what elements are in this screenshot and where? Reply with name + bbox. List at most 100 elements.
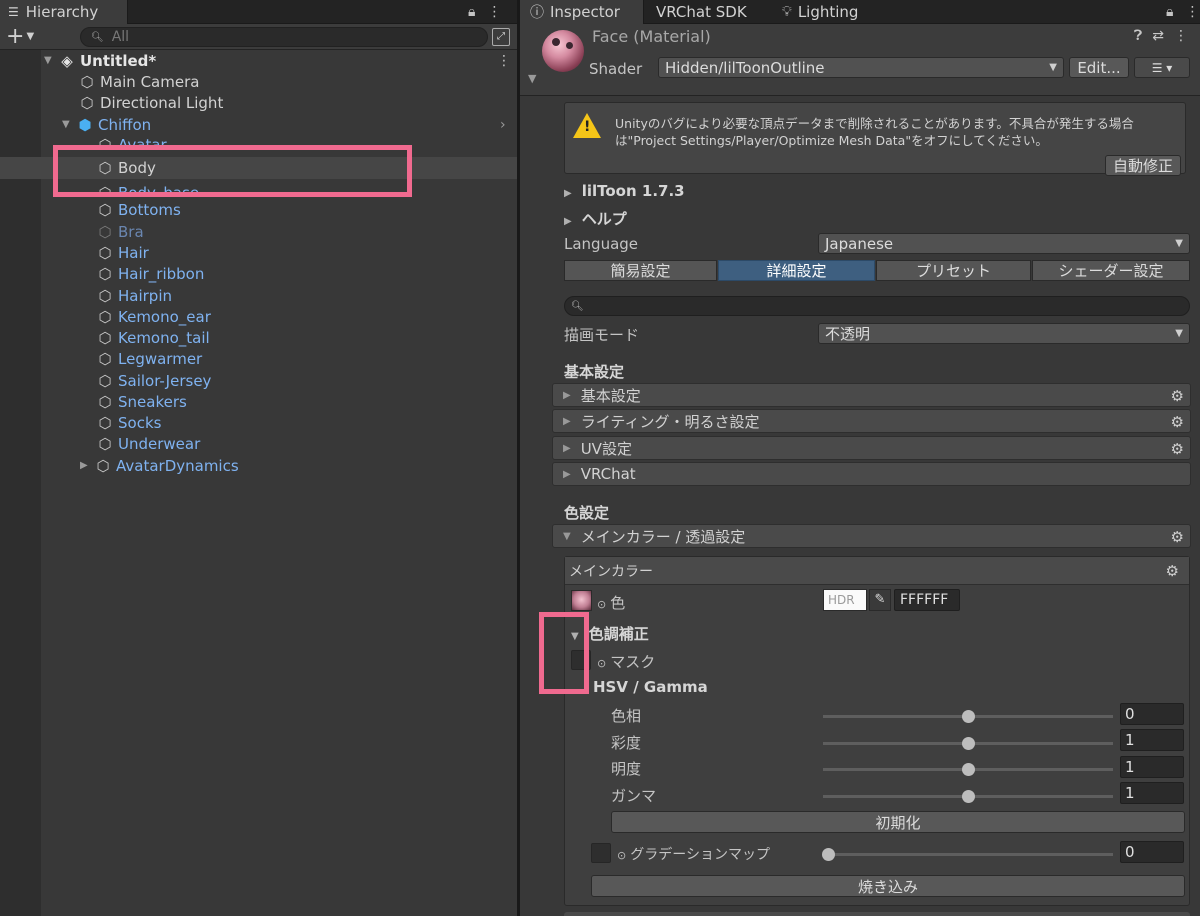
hierarchy-item[interactable]: ▶ ⬡ AvatarDynamics [80,455,239,476]
gamma-value: 1 [1125,784,1135,802]
edit-shader-button[interactable]: Edit... [1069,57,1129,78]
lock-icon[interactable]: 🔒︎ [468,4,475,20]
gradation-map-slot[interactable] [591,843,611,863]
hierarchy-item[interactable]: ⬡ Kemono_ear [96,306,211,327]
gear-icon[interactable]: ⚙ [1171,387,1184,405]
kebab-menu-icon[interactable]: ⋮ [487,4,501,20]
mode-tab-advanced[interactable]: 詳細設定 [718,260,875,281]
liltoon-version-foldout[interactable]: ▶ lilToon 1.7.3 [564,182,685,200]
render-mode-dropdown[interactable]: 不透明 ▼ [818,323,1190,344]
bake-button[interactable]: 焼き込み [591,875,1185,897]
help-foldout[interactable]: ▶ ヘルプ [564,208,627,229]
mode-tab-simple[interactable]: 簡易設定 [564,260,717,281]
gameobject-cube-icon: ⬡ [98,434,112,453]
hsv-gamma-label: HSV / Gamma [593,678,708,696]
tab-hierarchy[interactable]: ☰ Hierarchy [0,0,128,24]
hierarchy-search-input[interactable]: 🔍︎ All [80,27,488,47]
hierarchy-item[interactable]: ⬡ Main Camera [78,71,199,92]
hierarchy-item-label: Kemono_tail [118,328,210,347]
material-title: Face (Material) [592,27,711,46]
hierarchy-item[interactable]: ⬡ Socks [96,412,161,433]
hierarchy-item[interactable]: ⬡ Legwarmer [96,348,202,369]
kebab-menu-icon[interactable]: ⋮ [1185,4,1199,20]
brightness-field[interactable]: 1 [1120,756,1184,778]
foldout-lighting-settings[interactable]: ▶ ライティング・明るさ設定 ⚙ [552,409,1191,433]
add-object-button[interactable]: + ▼ [6,25,34,49]
mode-tab-presets[interactable]: プリセット [876,260,1031,281]
hierarchy-tab-tools: 🔒︎ ⋮ [468,0,501,24]
foldout-basic-settings[interactable]: ▶ 基本設定 ⚙ [552,383,1191,407]
tab-vrchat-sdk[interactable]: VRChat SDK [646,0,757,24]
gear-icon[interactable]: ⚙ [1171,440,1184,458]
expand-arrow-icon[interactable]: ▼ [62,119,76,130]
chevron-down-icon: ▼ [1049,62,1057,73]
gear-icon[interactable]: ⚙ [1171,413,1184,431]
gameobject-cube-icon: ⬡ [96,456,110,475]
hierarchy-item[interactable]: ⬡ Hair_ribbon [96,263,204,284]
menu-list-icon: ☰ ▾ [1151,60,1173,75]
tab-lighting[interactable]: 💡︎ Lighting [772,0,868,24]
mode-tab-shader-settings[interactable]: シェーダー設定 [1032,260,1190,281]
foldout-uv-settings[interactable]: ▶ UV設定 ⚙ [552,436,1191,460]
collapse-arrow-icon[interactable]: ▼ [528,72,536,85]
hierarchy-item-label: Kemono_ear [118,307,211,326]
gradation-field[interactable]: 0 [1120,841,1184,863]
hierarchy-item[interactable]: ⬡ Sneakers [96,391,186,412]
chevron-right-icon[interactable]: › [500,114,506,135]
expand-arrow-icon[interactable]: ▼ [44,55,58,66]
hierarchy-item-prefab[interactable]: ▼ ⬢ Chiffon [62,114,151,135]
main-texture-thumbnail[interactable] [571,590,592,611]
scene-row[interactable]: ▼ ◈ Untitled* [44,50,156,71]
saturation-value: 1 [1125,731,1135,749]
scene-visibility-icon[interactable]: ⤢ [492,28,510,46]
scene-menu-icon[interactable]: ⋮ [497,50,511,71]
main-color-box-header: メインカラー ⚙ [565,557,1189,585]
shader-options-button[interactable]: ☰ ▾ [1134,57,1190,78]
gameobject-cube-icon: ⬡ [98,222,112,241]
tab-inspector[interactable]: ⓘ Inspector [520,0,644,24]
brightness-slider-knob[interactable] [962,763,975,776]
hierarchy-item[interactable]: ⬡ Underwear [96,433,200,454]
expand-arrow-icon[interactable]: ▶ [80,460,94,471]
warning-box: ! Unityのバグにより必要な頂点データまで削除されることがあります。不具合が… [564,102,1186,176]
preset-sliders-icon[interactable]: ⇄ [1152,28,1164,44]
hierarchy-item-inactive[interactable]: ⬡ Bra [96,221,144,242]
hierarchy-item[interactable]: ⬡ Directional Light [78,92,223,113]
foldout-main-color[interactable]: ▼ メインカラー / 透過設定 ⚙ [552,524,1191,548]
foldout-vrchat[interactable]: ▶ VRChat [552,462,1191,486]
property-search-input[interactable]: 🔍︎ [564,296,1190,316]
shader-dropdown[interactable]: Hidden/lilToonOutline ▼ [658,57,1064,78]
gamma-field[interactable]: 1 [1120,782,1184,804]
gear-icon[interactable]: ⚙ [1166,562,1179,580]
hue-field[interactable]: 0 [1120,703,1184,725]
gamma-slider-knob[interactable] [962,790,975,803]
lock-icon[interactable]: 🔒︎ [1166,4,1173,20]
hex-color-field[interactable]: FFFFFF [894,589,960,611]
gameobject-cube-icon: ⬡ [98,243,112,262]
list-icon: ☰ [8,5,19,19]
header-icons: ❓︎ ⇄ ⋮ [1134,28,1188,44]
hierarchy-item[interactable]: ⬡ Hair [96,242,148,263]
hierarchy-item[interactable]: ⬡ Kemono_tail [96,327,210,348]
auto-fix-button[interactable]: 自動修正 [1105,155,1181,176]
gradation-slider-knob[interactable] [822,848,835,861]
color-swatch[interactable]: HDR [823,589,867,611]
hierarchy-item[interactable]: ⬡ Bottoms [96,199,180,220]
reset-button[interactable]: 初期化 [611,811,1185,833]
kebab-menu-icon[interactable]: ⋮ [1174,28,1188,44]
highlight-annotation [539,612,589,694]
hue-slider-knob[interactable] [962,710,975,723]
inspector-body: ! Unityのバグにより必要な頂点データまで削除されることがあります。不具合が… [520,96,1200,916]
eyedropper-icon[interactable]: ✎ [869,589,891,611]
shader-value: Hidden/lilToonOutline [665,58,825,77]
gear-icon[interactable]: ⚙ [1171,528,1184,546]
search-icon: 🔍︎ [91,31,104,43]
hierarchy-item-label: Bra [118,222,144,241]
hierarchy-item[interactable]: ⬡ Sailor-Jersey [96,370,211,391]
saturation-slider-knob[interactable] [962,737,975,750]
help-icon[interactable]: ❓︎ [1134,28,1142,44]
saturation-field[interactable]: 1 [1120,729,1184,751]
hierarchy-item[interactable]: ⬡ Hairpin [96,285,172,306]
gradation-slider[interactable] [823,853,1113,856]
language-dropdown[interactable]: Japanese ▼ [818,233,1190,254]
